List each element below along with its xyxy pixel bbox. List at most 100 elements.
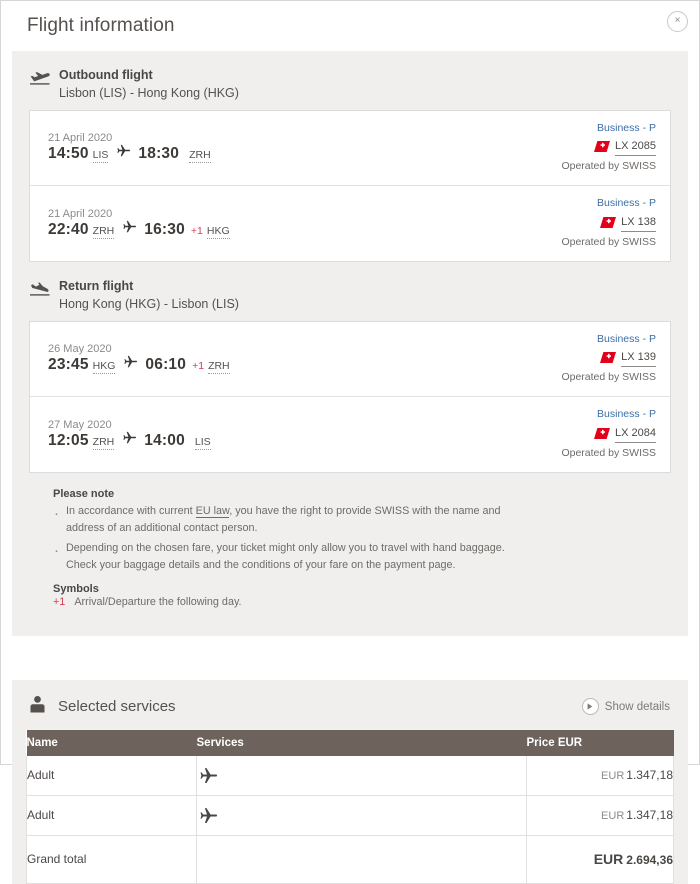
symbol-legend: +1 Arrival/Departure the following day. xyxy=(53,596,654,608)
swiss-logo-icon xyxy=(594,423,611,446)
flight-number[interactable]: LX 139 xyxy=(621,350,656,368)
segment-times: 22:40 ZRH 16:30 +1 HKG xyxy=(48,220,561,239)
outbound-title: Outbound flight xyxy=(59,68,153,82)
flight-segment[interactable]: 26 May 2020 23:45 HKG 06:10 +1 ZRH Busin… xyxy=(30,322,670,397)
plane-icon xyxy=(124,355,138,373)
arrival-time: 18:30 xyxy=(138,145,180,163)
panel-divider xyxy=(1,635,699,680)
plane-icon xyxy=(197,807,526,824)
row-currency: EUR xyxy=(601,810,625,823)
eu-law-link[interactable]: EU law xyxy=(195,505,230,518)
flight-information-modal: Flight information × Outbound flight Lis… xyxy=(0,0,700,884)
note-item: In accordance with current EU law, you h… xyxy=(53,502,536,536)
swiss-logo-icon xyxy=(600,212,617,235)
operated-by: Operated by SWISS xyxy=(561,371,656,384)
please-note-title: Please note xyxy=(53,488,115,500)
plane-takeoff-icon xyxy=(29,67,59,91)
grand-total-amount: 2.694,36 xyxy=(626,853,673,868)
segment-date: 21 April 2020 xyxy=(48,207,113,220)
return-route: Hong Kong (HKG) - Lisbon (LIS) xyxy=(59,296,239,311)
return-flight-card: 26 May 2020 23:45 HKG 06:10 +1 ZRH Busin… xyxy=(29,320,671,473)
grand-total-spacer xyxy=(196,835,527,884)
swiss-logo-icon xyxy=(600,347,617,370)
row-price: EUR 1.347,18 xyxy=(526,795,674,836)
departure-airport: LIS xyxy=(92,149,109,164)
arrival-airport: LIS xyxy=(194,435,211,450)
departure-time: 23:45 xyxy=(48,356,89,374)
show-details-label: Show details xyxy=(604,700,670,713)
return-title: Return flight xyxy=(59,279,134,293)
table-row: Adult EUR 1.347,18 xyxy=(26,795,674,836)
row-amount: 1.347,18 xyxy=(626,808,673,823)
segment-times: 14:50 LIS 18:30 ZRH xyxy=(48,144,561,164)
service-cell xyxy=(196,795,527,836)
plane-icon xyxy=(117,144,131,162)
next-day-badge: +1 xyxy=(192,360,205,373)
arrival-airport: ZRH xyxy=(189,149,211,164)
services-title: Selected services xyxy=(58,698,176,716)
flight-number[interactable]: LX 2085 xyxy=(615,139,656,157)
plane-icon xyxy=(197,767,526,784)
departure-airport: ZRH xyxy=(92,224,115,239)
row-amount: 1.347,18 xyxy=(626,768,673,783)
passenger-icon xyxy=(30,695,58,718)
outbound-header: Outbound flight Lisbon (LIS) - Hong Kong… xyxy=(29,65,671,110)
plane-landing-icon xyxy=(29,278,59,302)
departure-time: 14:50 xyxy=(48,145,89,163)
arrival-time: 14:00 xyxy=(144,431,185,449)
modal-header: Flight information xyxy=(1,1,699,51)
operated-by: Operated by SWISS xyxy=(561,446,656,459)
cabin-class[interactable]: Business - P xyxy=(561,196,656,211)
symbols-title: Symbols xyxy=(53,582,99,595)
table-row: Adult EUR 1.347,18 xyxy=(26,755,674,796)
departure-airport: HKG xyxy=(92,360,116,375)
flight-number[interactable]: LX 2084 xyxy=(615,426,656,443)
outbound-flight-card: 21 April 2020 14:50 LIS 18:30 ZRH Busine… xyxy=(29,109,671,262)
flight-segment[interactable]: 21 April 2020 22:40 ZRH 16:30 +1 HKG Bus… xyxy=(30,185,670,261)
operated-by: Operated by SWISS xyxy=(561,160,656,173)
plane-icon xyxy=(123,220,137,238)
grand-total-price: EUR 2.694,36 xyxy=(526,835,674,884)
services-header: Selected services Show details xyxy=(26,692,674,730)
next-day-badge: +1 xyxy=(190,224,203,237)
return-header: Return flight Hong Kong (HKG) - Lisbon (… xyxy=(29,262,671,321)
close-icon[interactable]: × xyxy=(667,11,688,32)
cabin-class[interactable]: Business - P xyxy=(561,332,656,347)
passenger-name: Adult xyxy=(26,795,197,836)
arrival-time: 06:10 xyxy=(145,356,187,374)
column-header-price: Price EUR xyxy=(526,729,674,756)
grand-total-currency: EUR xyxy=(593,851,624,868)
table-header-row: Name Services Price EUR xyxy=(26,729,674,756)
grand-total-row: Grand total EUR 2.694,36 xyxy=(26,835,674,884)
segment-times: 12:05 ZRH 14:00 LIS xyxy=(48,431,561,450)
note-item: Depending on the chosen fare, your ticke… xyxy=(53,539,536,573)
show-details-button[interactable]: Show details xyxy=(581,698,670,716)
row-currency: EUR xyxy=(601,770,625,783)
cabin-class[interactable]: Business - P xyxy=(561,121,656,136)
cabin-class[interactable]: Business - P xyxy=(561,407,656,422)
departure-airport: ZRH xyxy=(92,435,115,450)
selected-services-panel: Selected services Show details Name Serv… xyxy=(12,679,688,884)
flight-segment[interactable]: 27 May 2020 12:05 ZRH 14:00 LIS Business… xyxy=(30,396,670,472)
outbound-route: Lisbon (LIS) - Hong Kong (HKG) xyxy=(59,85,239,100)
passenger-name: Adult xyxy=(26,755,197,796)
plane-icon xyxy=(123,431,137,449)
play-arrow-icon xyxy=(581,698,599,716)
page-title: Flight information xyxy=(27,15,175,36)
segment-date: 27 May 2020 xyxy=(48,418,112,431)
symbol-description: Arrival/Departure the following day. xyxy=(74,595,242,608)
departure-time: 12:05 xyxy=(48,431,89,449)
column-header-name: Name xyxy=(26,729,197,756)
segment-times: 23:45 HKG 06:10 +1 ZRH xyxy=(48,355,561,375)
note-text-pre: In accordance with current xyxy=(66,505,196,517)
grand-total-label: Grand total xyxy=(26,835,197,884)
segment-date: 26 May 2020 xyxy=(48,343,112,356)
arrival-airport: ZRH xyxy=(208,360,230,375)
arrival-time: 16:30 xyxy=(144,220,185,238)
segment-date: 21 April 2020 xyxy=(48,132,113,145)
flight-segment[interactable]: 21 April 2020 14:50 LIS 18:30 ZRH Busine… xyxy=(30,111,670,186)
operated-by: Operated by SWISS xyxy=(561,235,656,248)
flights-panel: Outbound flight Lisbon (LIS) - Hong Kong… xyxy=(12,51,688,636)
flight-number[interactable]: LX 138 xyxy=(621,215,656,232)
arrival-airport: HKG xyxy=(206,224,230,239)
